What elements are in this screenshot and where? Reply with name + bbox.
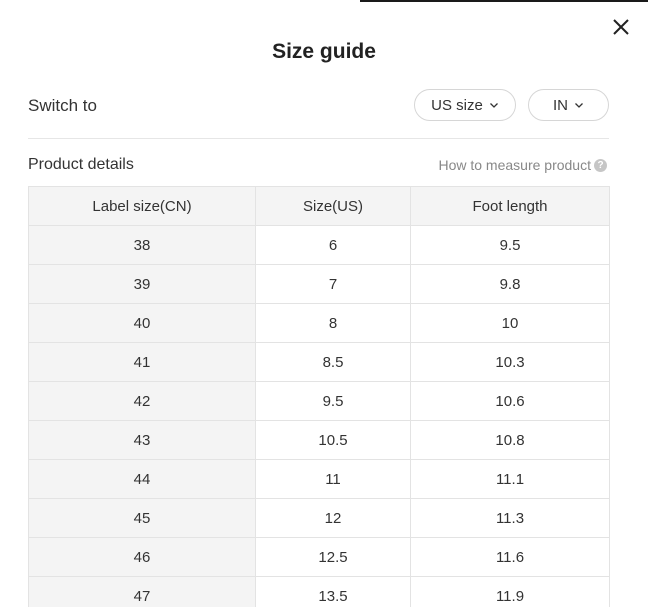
- column-header-foot-length: Foot length: [410, 186, 610, 226]
- table-row: 41 8.5 10.3: [28, 342, 610, 382]
- cell-size-us: 13.5: [255, 576, 411, 607]
- size-system-dropdown[interactable]: US size: [414, 89, 516, 121]
- close-button[interactable]: [610, 16, 632, 38]
- modal-title: Size guide: [272, 40, 376, 63]
- size-system-value: US size: [431, 96, 483, 114]
- top-edge-divider: [360, 0, 648, 2]
- section-divider: [28, 138, 609, 139]
- table-row: 40 8 10: [28, 303, 610, 343]
- cell-size-us: 10.5: [255, 420, 411, 460]
- cell-foot-length: 11.1: [410, 459, 610, 499]
- table-row: 46 12.5 11.6: [28, 537, 610, 577]
- cell-foot-length: 11.6: [410, 537, 610, 577]
- cell-label-size: 43: [28, 420, 256, 460]
- size-guide-modal: Size guide Switch to US size IN Product …: [0, 0, 648, 607]
- cell-size-us: 8: [255, 303, 411, 343]
- size-table-container: Label size(CN) Size(US) Foot length 38 6…: [28, 186, 610, 607]
- switch-label: Switch to: [28, 96, 97, 115]
- table-row: 45 12 11.3: [28, 498, 610, 538]
- cell-size-us: 8.5: [255, 342, 411, 382]
- how-to-measure-text: How to measure product: [438, 157, 591, 173]
- cell-label-size: 46: [28, 537, 256, 577]
- cell-foot-length: 9.5: [410, 225, 610, 265]
- product-details-label: Product details: [28, 156, 134, 173]
- cell-foot-length: 10: [410, 303, 610, 343]
- cell-size-us: 12.5: [255, 537, 411, 577]
- close-icon: [613, 19, 629, 35]
- table-row: 47 13.5 11.9: [28, 576, 610, 607]
- unit-value: IN: [553, 96, 568, 114]
- column-header-label-size: Label size(CN): [28, 186, 256, 226]
- cell-foot-length: 11.9: [410, 576, 610, 607]
- table-row: 38 6 9.5: [28, 225, 610, 265]
- table-row: 39 7 9.8: [28, 264, 610, 304]
- cell-label-size: 47: [28, 576, 256, 607]
- cell-size-us: 6: [255, 225, 411, 265]
- table-row: 43 10.5 10.8: [28, 420, 610, 460]
- cell-size-us: 7: [255, 264, 411, 304]
- column-header-size-us: Size(US): [255, 186, 411, 226]
- cell-size-us: 9.5: [255, 381, 411, 421]
- chevron-down-icon: [575, 103, 583, 108]
- table-header-row: Label size(CN) Size(US) Foot length: [28, 186, 610, 226]
- cell-size-us: 12: [255, 498, 411, 538]
- cell-label-size: 45: [28, 498, 256, 538]
- cell-label-size: 39: [28, 264, 256, 304]
- how-to-measure-link[interactable]: How to measure product ?: [438, 155, 607, 175]
- cell-label-size: 44: [28, 459, 256, 499]
- size-table: Label size(CN) Size(US) Foot length 38 6…: [28, 186, 610, 607]
- cell-foot-length: 10.8: [410, 420, 610, 460]
- switch-row: Switch to US size IN: [28, 89, 609, 123]
- cell-label-size: 42: [28, 381, 256, 421]
- cell-foot-length: 9.8: [410, 264, 610, 304]
- cell-label-size: 41: [28, 342, 256, 382]
- question-icon: ?: [594, 158, 607, 172]
- cell-size-us: 11: [255, 459, 411, 499]
- cell-foot-length: 10.3: [410, 342, 610, 382]
- cell-label-size: 40: [28, 303, 256, 343]
- cell-foot-length: 11.3: [410, 498, 610, 538]
- unit-dropdown[interactable]: IN: [528, 89, 609, 121]
- table-row: 44 11 11.1: [28, 459, 610, 499]
- cell-label-size: 38: [28, 225, 256, 265]
- cell-foot-length: 10.6: [410, 381, 610, 421]
- table-row: 42 9.5 10.6: [28, 381, 610, 421]
- chevron-down-icon: [489, 103, 498, 108]
